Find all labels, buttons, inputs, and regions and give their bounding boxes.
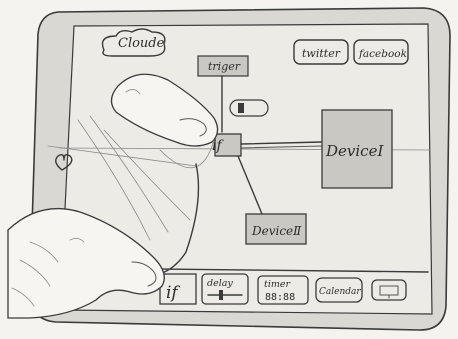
toolbar-delay-label: delay <box>207 278 233 289</box>
facebook-label: facebook <box>358 48 407 60</box>
device1-label: DeviceⅠ <box>325 142 384 160</box>
mini-slider-knob[interactable] <box>238 103 244 113</box>
device2-label: DeviceⅡ <box>251 224 302 238</box>
toolbar-calendar-label: Calendar <box>319 287 361 297</box>
device1-node[interactable]: DeviceⅠ <box>321 109 393 189</box>
delay-slider-knob[interactable] <box>219 290 223 300</box>
timer-display: 88:88 <box>265 292 295 303</box>
cloud-label: Cloude <box>118 36 165 51</box>
twitter-label: twitter <box>302 47 341 60</box>
device2-node[interactable]: DeviceⅡ <box>245 213 307 245</box>
tablet-sketch: Cloude twitter facebook triger if Device… <box>7 7 451 331</box>
toolbar-timer-label: timer <box>264 279 291 290</box>
if-node[interactable]: if <box>212 133 242 157</box>
trigger-label: triger <box>208 60 241 73</box>
trigger-node[interactable]: triger <box>197 55 249 77</box>
